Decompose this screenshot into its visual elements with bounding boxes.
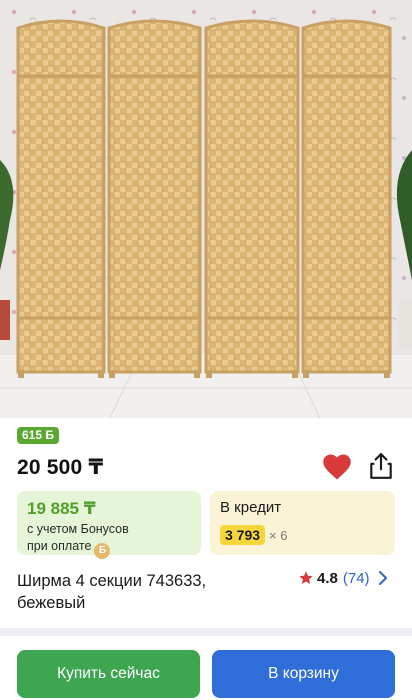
- bonus-note: с учетом Бонусов при оплате Б: [27, 521, 191, 559]
- chevron-right-icon: [378, 571, 387, 585]
- buy-now-button[interactable]: Купить сейчас: [17, 650, 200, 698]
- bonus-note-line2: при оплате Б: [27, 538, 191, 559]
- share-icon[interactable]: [368, 452, 394, 480]
- credit-title: В кредит: [220, 499, 282, 516]
- bonus-note-line2-text: при оплате: [27, 539, 92, 553]
- product-photo[interactable]: [0, 0, 412, 418]
- star-icon: [299, 571, 313, 584]
- bonus-note-line1: с учетом Бонусов: [27, 522, 129, 536]
- credit-months: × 6: [269, 527, 288, 543]
- rating-link[interactable]: 4.8 (74): [298, 568, 388, 588]
- credit-monthly-payment: 3 793: [220, 525, 266, 545]
- heart-icon[interactable]: [322, 453, 352, 481]
- bonus-points-badge: 615 Б: [17, 427, 59, 444]
- rating-score: 4.8: [317, 569, 338, 587]
- folding-screen-image: [0, 0, 412, 418]
- reviews-count: (74): [342, 569, 370, 587]
- product-price: 20 500 ₸: [17, 456, 104, 479]
- add-to-cart-button[interactable]: В корзину: [212, 650, 395, 698]
- product-title: Ширма 4 секции 743633, бежевый: [17, 572, 207, 612]
- bonus-coin-icon: Б: [94, 543, 111, 559]
- bonus-price-card: 19 885 ₸ с учетом Бонусов при оплате Б: [17, 491, 201, 559]
- credit-card[interactable]: В кредит 3 793 × 6: [210, 491, 395, 555]
- section-divider: [0, 628, 412, 636]
- bonus-price: 19 885 ₸: [27, 499, 96, 518]
